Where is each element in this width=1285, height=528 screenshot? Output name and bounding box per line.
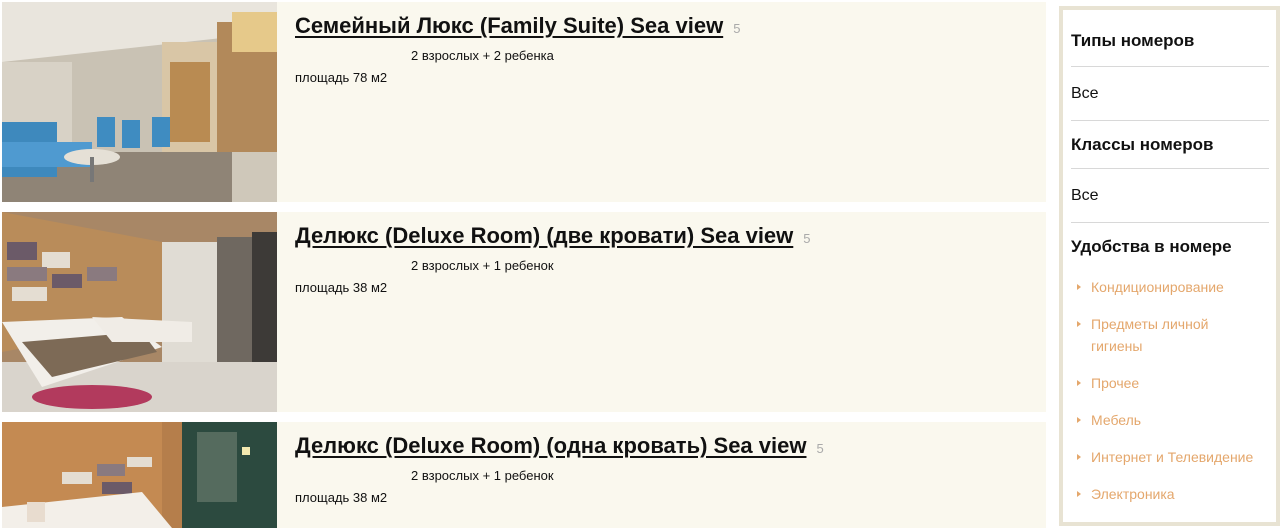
- room-classes-filter-value[interactable]: Все: [1071, 168, 1269, 222]
- room-title-link[interactable]: Семейный Люкс (Family Suite) Sea view: [295, 12, 723, 40]
- room-title-row: Делюкс (Deluxe Room) (одна кровать) Sea …: [295, 432, 1046, 460]
- amenity-label: Мебель: [1091, 412, 1142, 428]
- room-photo-family-suite[interactable]: [2, 2, 277, 202]
- room-title-row: Семейный Люкс (Family Suite) Sea view 5: [295, 12, 1046, 40]
- arrow-right-icon: [1077, 284, 1081, 290]
- amenity-toiletries[interactable]: Предметы личной гигиены: [1071, 313, 1269, 357]
- room-guests: 2 взрослых + 1 ребенок: [411, 258, 554, 273]
- amenity-label: Интернет и Телевидение: [1091, 449, 1254, 465]
- room-card: Семейный Люкс (Family Suite) Sea view 5 …: [2, 2, 1046, 202]
- amenities-heading: Удобства в номере: [1071, 222, 1269, 270]
- arrow-right-icon: [1077, 380, 1081, 386]
- amenity-label: Предметы личной гигиены: [1091, 316, 1209, 354]
- room-area: площадь 38 м2: [295, 490, 388, 505]
- room-info: Делюкс (Deluxe Room) (одна кровать) Sea …: [277, 422, 1046, 528]
- arrow-right-icon: [1077, 491, 1081, 497]
- room-info: Делюкс (Deluxe Room) (две кровати) Sea v…: [277, 212, 1046, 412]
- hotel-rooms-page: Семейный Люкс (Family Suite) Sea view 5 …: [0, 0, 1285, 528]
- room-image: [2, 212, 277, 412]
- arrow-right-icon: [1077, 417, 1081, 423]
- room-image: [2, 2, 277, 202]
- room-info: Семейный Люкс (Family Suite) Sea view 5 …: [277, 2, 1046, 202]
- room-types-heading: Типы номеров: [1071, 31, 1195, 50]
- room-title-link[interactable]: Делюкс (Deluxe Room) (одна кровать) Sea …: [295, 432, 806, 460]
- room-stars: 5: [733, 21, 741, 36]
- amenity-electronics[interactable]: Электроника: [1071, 483, 1269, 505]
- room-title-row: Делюкс (Deluxe Room) (две кровати) Sea v…: [295, 222, 1046, 250]
- amenities-list: Кондиционирование Предметы личной гигиен…: [1071, 270, 1269, 505]
- amenity-label: Электроника: [1091, 486, 1175, 502]
- room-photo-deluxe-twin[interactable]: [2, 212, 277, 412]
- room-title-link[interactable]: Делюкс (Deluxe Room) (две кровати) Sea v…: [295, 222, 793, 250]
- amenity-furniture[interactable]: Мебель: [1071, 409, 1269, 431]
- arrow-right-icon: [1077, 321, 1081, 327]
- amenity-other[interactable]: Прочее: [1071, 372, 1269, 394]
- amenity-internet-tv[interactable]: Интернет и Телевидение: [1071, 446, 1269, 468]
- room-stars: 5: [816, 441, 824, 456]
- room-guests: 2 взрослых + 1 ребенок: [411, 468, 554, 483]
- room-area: площадь 78 м2: [295, 70, 388, 85]
- amenity-label: Кондиционирование: [1091, 279, 1224, 295]
- room-card: Делюкс (Deluxe Room) (две кровати) Sea v…: [2, 212, 1046, 412]
- room-card: Делюкс (Deluxe Room) (одна кровать) Sea …: [2, 422, 1046, 528]
- room-guests: 2 взрослых + 2 ребенка: [411, 48, 554, 63]
- room-stars: 5: [803, 231, 811, 246]
- arrow-right-icon: [1077, 454, 1081, 460]
- amenity-air-conditioning[interactable]: Кондиционирование: [1071, 276, 1269, 298]
- filters-sidebar: Типы номеров Все Классы номеров Все Удоб…: [1059, 6, 1280, 526]
- room-area: площадь 38 м2: [295, 280, 388, 295]
- room-classes-heading: Классы номеров: [1071, 120, 1269, 168]
- room-types-filter-value[interactable]: Все: [1071, 66, 1269, 120]
- room-image: [2, 422, 277, 528]
- amenity-label: Прочее: [1091, 375, 1140, 391]
- room-photo-deluxe-double[interactable]: [2, 422, 277, 528]
